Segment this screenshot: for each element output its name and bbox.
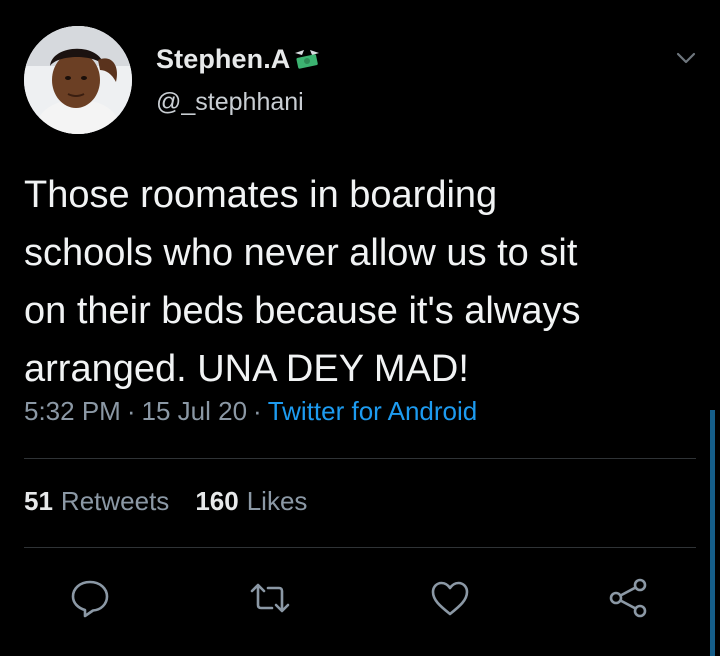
reply-icon — [71, 580, 109, 618]
share-button[interactable] — [606, 576, 650, 620]
divider — [24, 547, 696, 548]
tweet-text: Those roomates in boarding schools who n… — [24, 174, 581, 390]
retweet-icon — [250, 583, 290, 613]
retweets-label: Retweets — [60, 486, 170, 516]
likes-count: 160 — [195, 486, 239, 516]
tweet-meta: 5:32 PM · 15 Jul 20 · Twitter for Android — [24, 396, 477, 427]
scrollbar[interactable] — [710, 410, 715, 656]
like-button[interactable] — [428, 576, 472, 620]
likes-stat[interactable]: 160 Likes — [195, 486, 307, 517]
user-name-row[interactable]: Stephen.A — [156, 42, 322, 76]
avatar[interactable] — [24, 26, 132, 134]
likes-label: Likes — [246, 486, 308, 516]
tweet-time[interactable]: 5:32 PM — [24, 396, 121, 426]
reply-button[interactable] — [68, 576, 112, 620]
chevron-down-icon[interactable] — [672, 44, 700, 72]
tweet-date[interactable]: 15 Jul 20 — [142, 396, 248, 426]
divider — [24, 458, 696, 459]
user-handle[interactable]: @_stephhani — [156, 88, 304, 117]
meta-separator: · — [253, 396, 262, 426]
tweet-stats: 51 Retweets 160 Likes — [24, 486, 333, 517]
money-with-wings-icon — [295, 50, 320, 69]
tweet-source-link[interactable]: Twitter for Android — [268, 396, 478, 426]
display-name[interactable]: Stephen.A — [156, 44, 290, 75]
retweets-stat[interactable]: 51 Retweets — [24, 486, 169, 517]
share-icon — [609, 578, 647, 618]
retweets-count: 51 — [24, 486, 53, 516]
heart-icon — [431, 581, 469, 616]
retweet-button[interactable] — [248, 576, 292, 620]
meta-separator: · — [126, 396, 136, 426]
